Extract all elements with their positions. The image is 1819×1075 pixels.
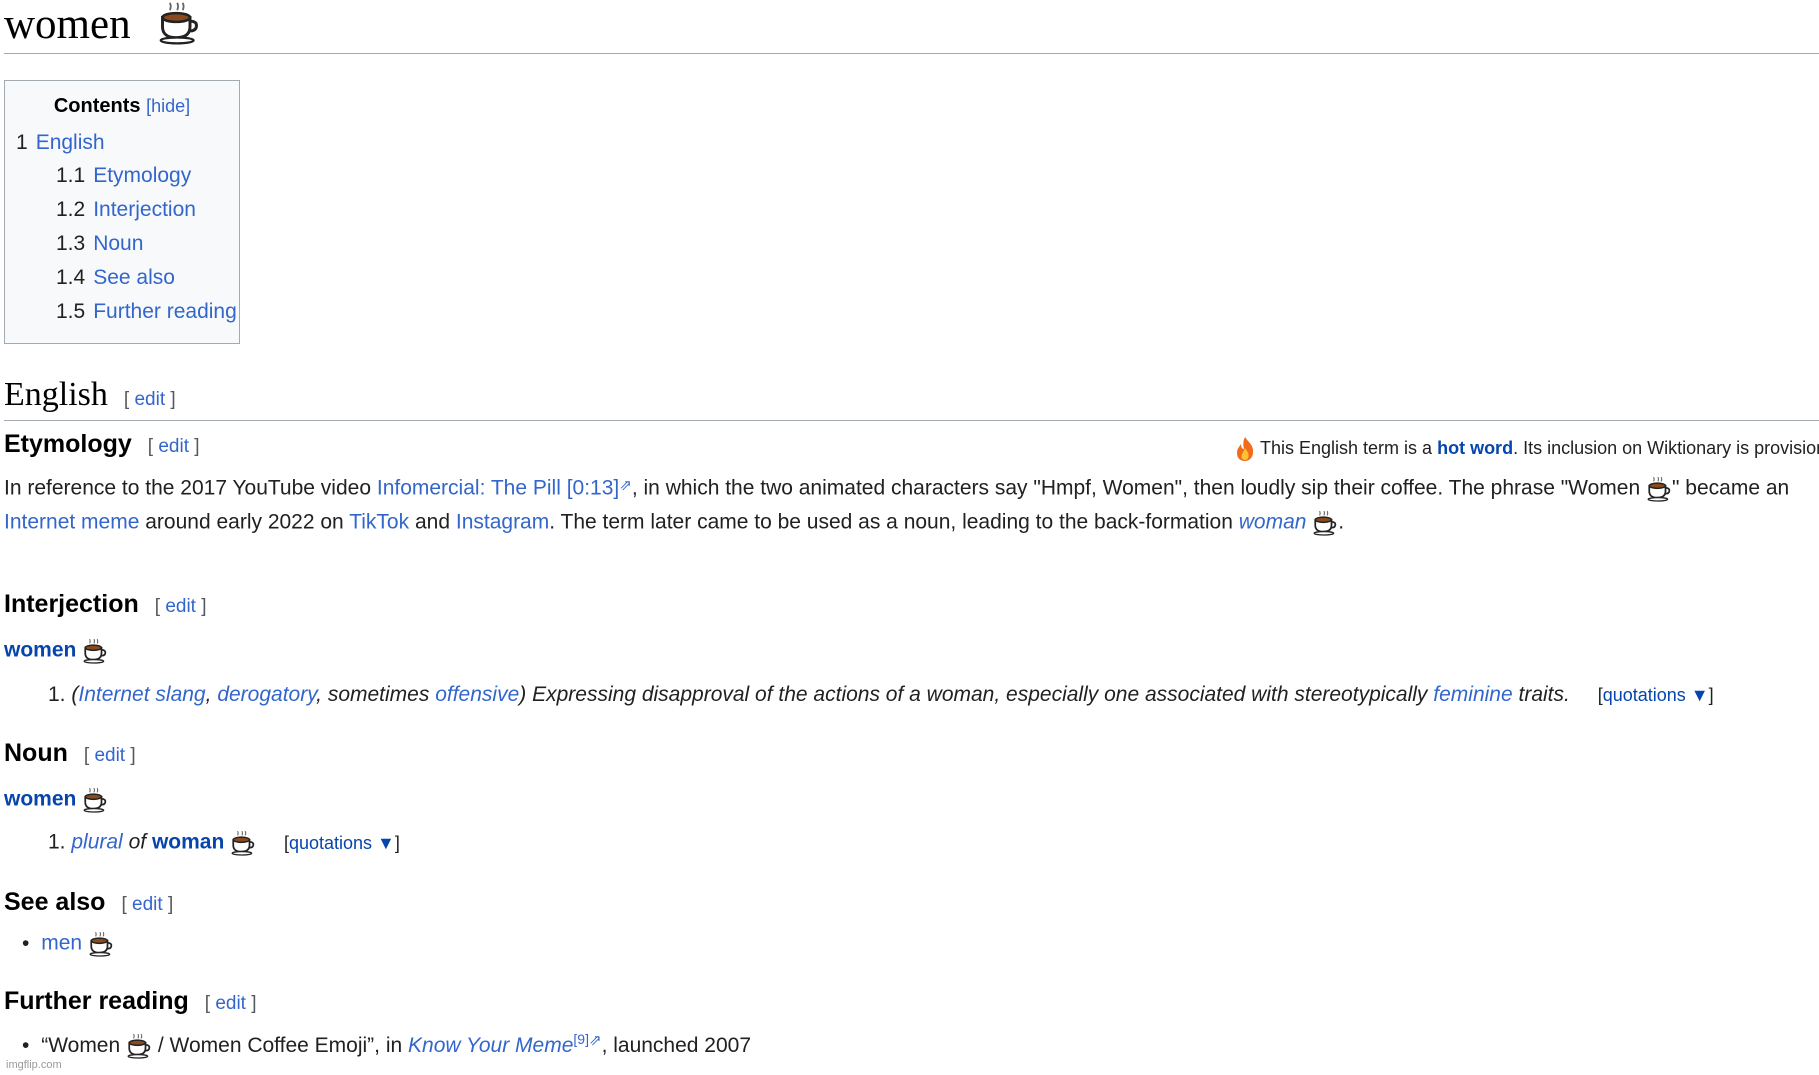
toc-title: Contents (53, 95, 141, 117)
section-heading-english: English[ edit ] (4, 376, 176, 413)
internet-meme-link[interactable]: Internet meme (4, 511, 139, 534)
edit-link[interactable]: edit (165, 596, 196, 617)
section-heading-etymology: Etymology[ edit ] (4, 430, 200, 458)
coffee-cup-icon (82, 638, 108, 664)
coffee-cup-icon (157, 1, 201, 45)
woman-link[interactable]: woman (1239, 511, 1307, 534)
feminine-link[interactable]: feminine (1433, 683, 1512, 706)
section-heading-noun: Noun[ edit ] (4, 739, 136, 767)
watermark: imgflip.com (6, 1059, 62, 1071)
definition-interjection: 1. (Internet slang, derogatory, sometime… (48, 683, 1714, 706)
toc-item-further-reading[interactable]: 1.5 Further reading (56, 300, 237, 324)
coffee-cup-icon (126, 1033, 152, 1059)
hot-word-notice: This English term is a hot word. Its inc… (1234, 436, 1819, 462)
coffee-cup-icon (1646, 476, 1672, 502)
toc-item-etymology[interactable]: 1.1 Etymology (56, 164, 191, 188)
derogatory-link[interactable]: derogatory (217, 683, 316, 706)
further-reading-item: “Women / Women Coffee Emoji”, in Know Yo… (22, 1031, 751, 1059)
edit-section-english: [ edit ] (123, 389, 176, 410)
edit-link[interactable]: edit (158, 436, 189, 457)
edit-link[interactable]: edit (134, 389, 165, 410)
section-divider (4, 420, 1819, 421)
plural-link[interactable]: plural (71, 831, 122, 854)
headword-interjection[interactable]: women (4, 638, 108, 664)
edit-link[interactable]: edit (215, 993, 246, 1014)
etymology-text-line-1: In reference to the 2017 YouTube video I… (4, 476, 1789, 502)
coffee-cup-icon (1312, 510, 1338, 536)
toc-hide-toggle[interactable]: [hide] (146, 96, 190, 116)
instagram-link[interactable]: Instagram (456, 511, 549, 534)
page-title: women (4, 1, 131, 48)
edit-link[interactable]: edit (132, 894, 163, 915)
section-heading-further-reading: Further reading[ edit ] (4, 987, 257, 1015)
reference-link[interactable]: [9] (573, 1031, 589, 1047)
edit-link[interactable]: edit (94, 745, 125, 766)
quotations-toggle[interactable]: [quotations ▼] (1598, 685, 1714, 705)
etymology-text-line-2: Internet meme around early 2022 on TikTo… (4, 510, 1344, 536)
tiktok-link[interactable]: TikTok (349, 511, 409, 534)
headword-noun[interactable]: women (4, 787, 108, 813)
internet-slang-link[interactable]: Internet slang (78, 683, 205, 706)
coffee-cup-icon (88, 931, 114, 957)
section-heading-interjection: Interjection[ edit ] (4, 590, 207, 618)
toc-item-english[interactable]: 1 English (16, 131, 105, 155)
men-link[interactable]: men (41, 932, 82, 955)
toc-item-noun[interactable]: 1.3 Noun (56, 232, 143, 256)
toc-item-interjection[interactable]: 1.2 Interjection (56, 198, 196, 222)
toc-item-see-also[interactable]: 1.4 See also (56, 266, 175, 290)
video-link[interactable]: Infomercial: The Pill [0:13] (377, 477, 619, 500)
fire-icon (1237, 437, 1254, 461)
definition-noun: 1. plural of woman [quotations ▼] (48, 830, 400, 856)
woman-headword-link[interactable]: woman (152, 831, 224, 854)
offensive-link[interactable]: offensive (435, 683, 519, 706)
coffee-cup-icon (82, 787, 108, 813)
quotations-toggle[interactable]: [quotations ▼] (284, 833, 400, 853)
hot-word-link[interactable]: hot word (1437, 438, 1513, 458)
external-link-icon: ⇗ (619, 477, 632, 494)
know-your-meme-link[interactable]: Know Your Meme (408, 1034, 573, 1057)
external-link-icon: ⇗ (588, 1032, 602, 1049)
coffee-cup-icon (230, 830, 256, 856)
section-heading-see-also: See also[ edit ] (4, 888, 174, 916)
see-also-item: men (22, 931, 114, 957)
table-of-contents: Contents [hide] 1 English 1.1 Etymology 1.… (4, 80, 240, 344)
page-header: women (4, 0, 1819, 54)
